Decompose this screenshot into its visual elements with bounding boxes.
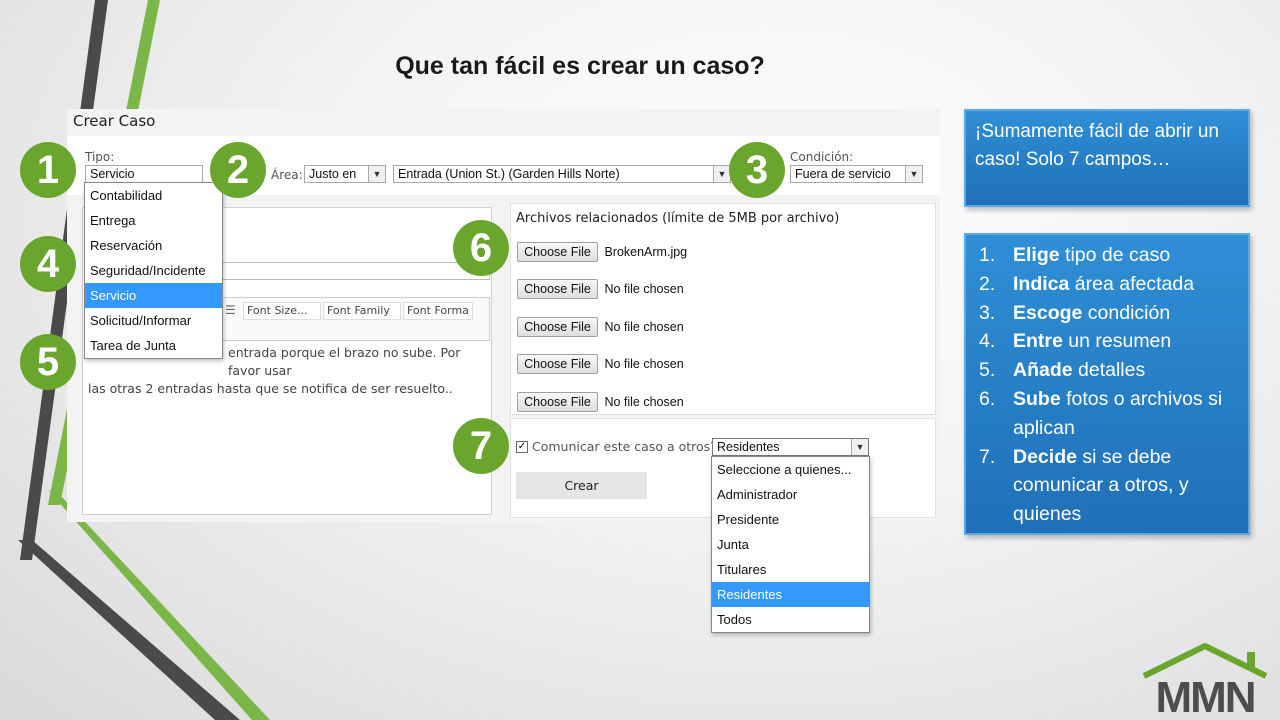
tipo-option-selected[interactable]: Servicio (85, 283, 222, 308)
file-name: No file chosen (604, 357, 684, 372)
step-verb: Sube (1013, 387, 1061, 410)
step-text: área afectada (1069, 272, 1195, 295)
step-number: 5. (979, 359, 996, 382)
tipo-dropdown: Contabilidad Entrega Reservación Segurid… (84, 182, 223, 359)
choose-file-button[interactable]: Choose File (517, 279, 598, 299)
step-verb: Escoge (1013, 301, 1083, 324)
summary-input[interactable] (218, 262, 490, 280)
mmn-logo: MMN (1142, 643, 1268, 716)
step-badge-5: 5 (20, 334, 76, 390)
step-badge-1: 1 (20, 142, 76, 198)
tipo-label: Tipo: (85, 150, 115, 164)
condicion-label: Condición: (790, 150, 854, 164)
step-text: condición (1082, 301, 1171, 324)
intro-callout: ¡Sumamente fácil de abrir un caso! Solo … (964, 109, 1250, 207)
communicate-option[interactable]: Seleccione a quienes... (712, 457, 869, 482)
chevron-down-icon: ▼ (368, 166, 385, 182)
location-select[interactable]: Entrada (Union St.) (Garden Hills Norte)… (393, 165, 731, 183)
files-box (510, 203, 936, 415)
crear-button[interactable]: Crear (516, 472, 647, 499)
choose-file-button[interactable]: Choose File (517, 392, 598, 412)
tipo-option[interactable]: Reservación (85, 233, 222, 258)
step-number: 2. (979, 272, 996, 295)
files-title: Archivos relacionados (límite de 5MB por… (516, 211, 840, 226)
step-item: 4. Entre un resumen (975, 327, 1239, 356)
step-item: 7. Decide si se debe comunicar a otros, y… (975, 443, 1239, 529)
communicate-option[interactable]: Todos (712, 607, 869, 632)
step-item: 1. Elige tipo de caso (975, 241, 1239, 270)
font-format-select[interactable]: Font Forma (403, 302, 473, 320)
step-number: 1. (979, 244, 996, 266)
communicate-checkbox[interactable]: ✓ (516, 441, 528, 453)
file-name: No file chosen (604, 320, 684, 335)
step-text: tipo de caso (1059, 244, 1171, 266)
step-number: 4. (979, 330, 996, 353)
area-select[interactable]: Justo en ▼ (304, 165, 386, 183)
step-number: 7. (979, 445, 996, 468)
steps-callout: 1. Elige tipo de caso 2. Indica área afect… (964, 233, 1250, 535)
communicate-option[interactable]: Presidente (712, 507, 869, 532)
file-row: Choose File No file chosen (517, 392, 684, 412)
step-verb: Elige (1013, 244, 1060, 266)
location-select-value: Entrada (Union St.) (Garden Hills Norte) (398, 167, 620, 181)
step-item: 5. Añade detalles (975, 356, 1239, 385)
tipo-option[interactable]: Entrega (85, 208, 222, 233)
step-number: 3. (979, 301, 996, 324)
chevron-down-icon: ▼ (713, 166, 730, 182)
step-item: 6. Sube fotos o archivos si aplican (975, 385, 1239, 443)
step-verb: Entre (1013, 330, 1063, 353)
chevron-down-icon: ▼ (905, 166, 922, 182)
step-badge-2: 2 (210, 142, 266, 198)
communicate-label: Comunicar este caso a otros? (532, 439, 717, 454)
file-row: Choose File BrokenArm.jpg (517, 242, 687, 262)
file-name: BrokenArm.jpg (604, 245, 688, 260)
communicate-option-selected[interactable]: Residentes (712, 582, 869, 607)
tipo-option[interactable]: Seguridad/Incidente (85, 258, 222, 283)
step-text: un resumen (1062, 330, 1172, 353)
list-icon[interactable]: ☰ (225, 303, 236, 317)
font-size-select[interactable]: Font Size... (243, 302, 321, 320)
communicate-option[interactable]: Administrador (712, 482, 869, 507)
details-line-2: las otras 2 entradas hasta que se notifi… (88, 381, 453, 396)
area-select-value: Justo en (309, 167, 357, 181)
communicate-select[interactable]: Residentes ▼ (712, 438, 869, 456)
choose-file-button[interactable]: Choose File (517, 317, 598, 337)
communicate-option[interactable]: Titulares (712, 557, 869, 582)
logo-text: MMN (1155, 673, 1254, 716)
step-item: 2. Indica área afectada (975, 270, 1239, 299)
choose-file-button[interactable]: Choose File (517, 242, 598, 262)
font-family-select[interactable]: Font Family (323, 302, 401, 320)
communicate-dropdown: Seleccione a quienes... Administrador Pr… (711, 456, 870, 633)
step-verb: Decide (1013, 445, 1077, 468)
step-badge-7: 7 (453, 418, 509, 474)
step-text: detalles (1072, 359, 1146, 382)
choose-file-button[interactable]: Choose File (517, 354, 598, 374)
step-badge-3: 3 (729, 142, 785, 198)
slide-title: Que tan fácil es crear un caso? (395, 52, 765, 80)
file-row: Choose File No file chosen (517, 279, 684, 299)
file-name: No file chosen (604, 395, 684, 410)
chevron-down-icon: ▼ (851, 439, 868, 455)
step-item: 3. Escoge condición (975, 299, 1239, 328)
area-label: Área: (271, 168, 303, 182)
form-title: Crear Caso (73, 112, 156, 130)
tipo-option[interactable]: Tarea de Junta (85, 333, 222, 358)
editor-toolbar: ☰ Font Size... Font Family Font Forma (218, 297, 490, 341)
step-number: 6. (979, 387, 996, 410)
file-name: No file chosen (604, 282, 684, 297)
step-verb: Añade (1013, 359, 1073, 382)
tipo-option[interactable]: Solicitud/Informar (85, 308, 222, 333)
condicion-select[interactable]: Fuera de servicio ▼ (790, 165, 923, 183)
form-header-bar (67, 109, 940, 136)
step-badge-4: 4 (20, 236, 76, 292)
file-row: Choose File No file chosen (517, 354, 684, 374)
communicate-option[interactable]: Junta (712, 532, 869, 557)
tipo-option[interactable]: Contabilidad (85, 183, 222, 208)
communicate-select-value: Residentes (717, 440, 780, 454)
tipo-select[interactable]: Servicio (85, 165, 203, 183)
file-row: Choose File No file chosen (517, 317, 684, 337)
step-badge-6: 6 (453, 220, 509, 276)
condicion-select-value: Fuera de servicio (795, 167, 891, 181)
step-verb: Indica (1013, 272, 1070, 295)
